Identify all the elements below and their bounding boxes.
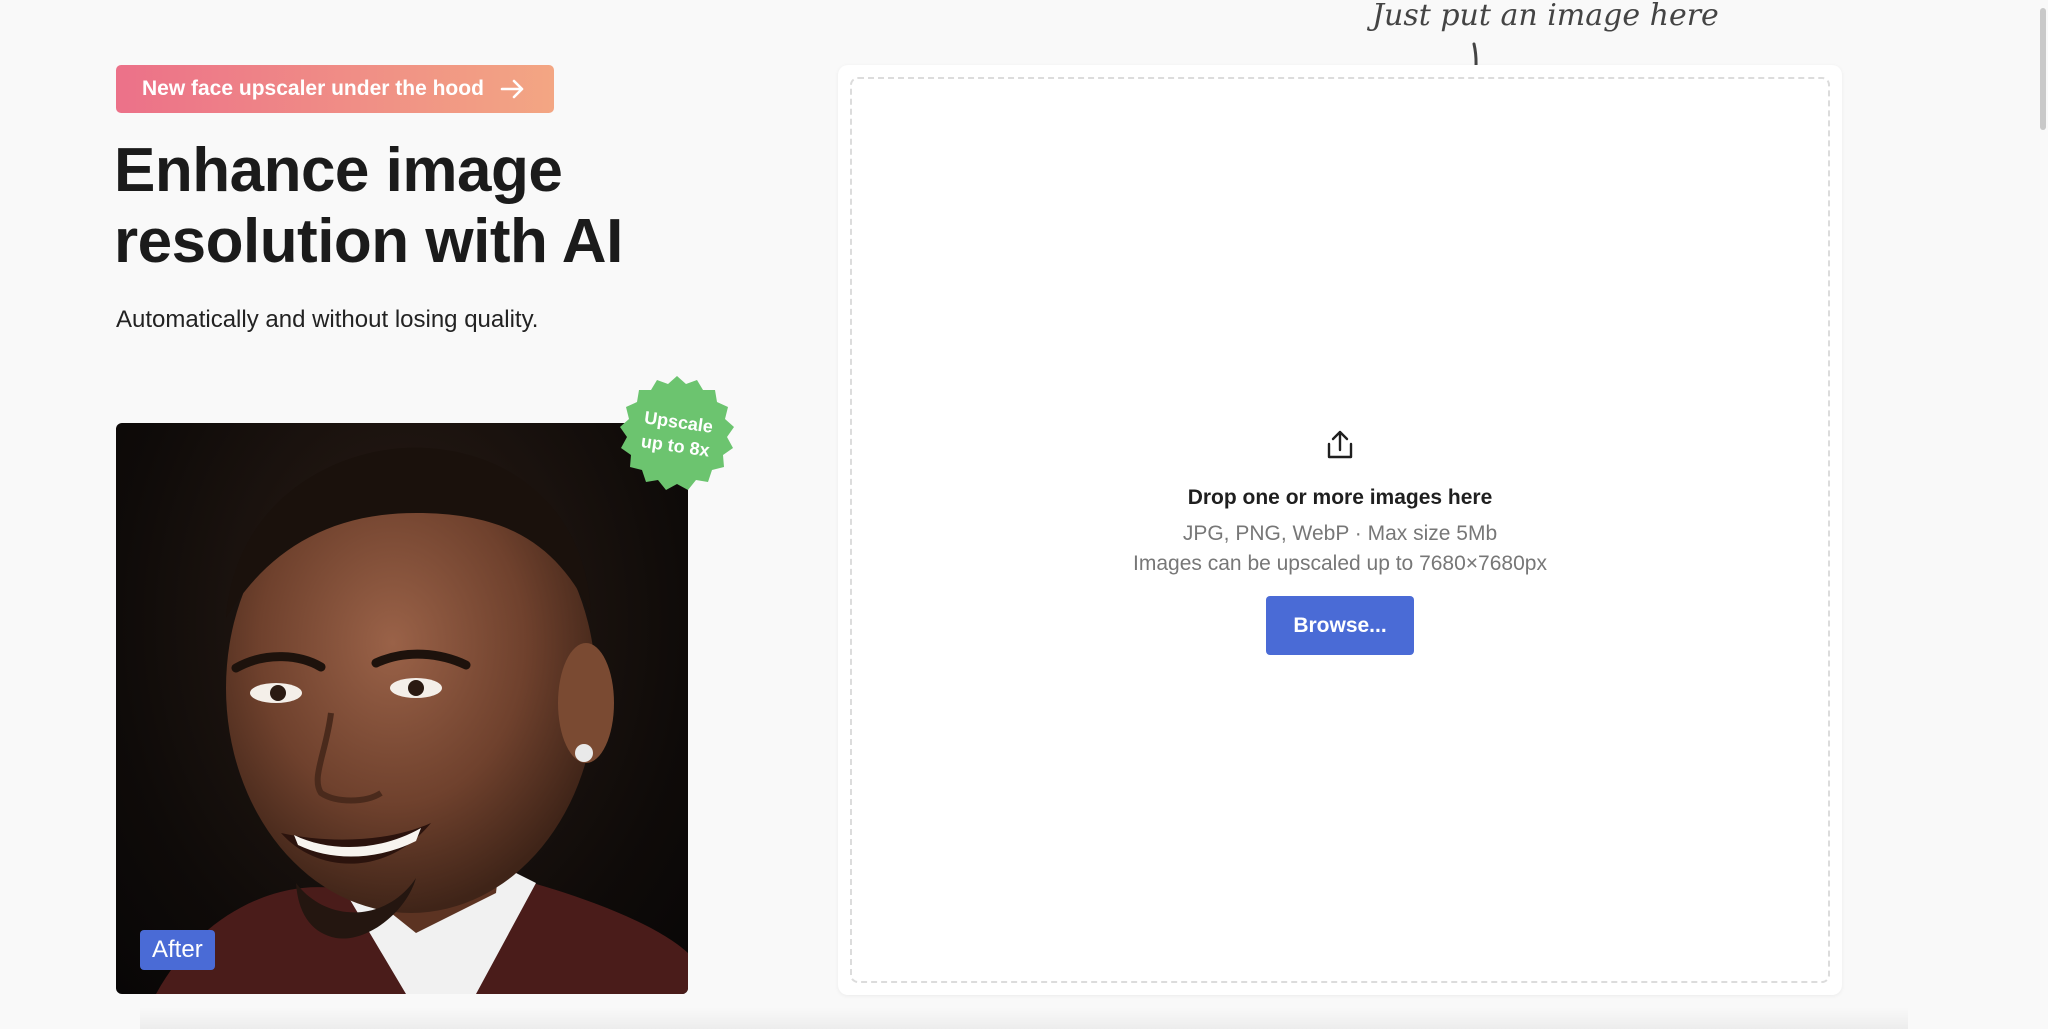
upload-dropzone-card[interactable]: Drop one or more images here JPG, PNG, W… — [838, 65, 1842, 995]
browse-button[interactable]: Browse... — [1266, 596, 1414, 655]
dropzone-formats: JPG, PNG, WebP · Max size 5Mb — [1182, 522, 1498, 545]
scrollbar[interactable] — [2038, 0, 2048, 1029]
dropzone-title: Drop one or more images here — [1187, 486, 1493, 509]
dropzone-hint: Just put an image here — [1372, 0, 1719, 33]
dropzone-content: Drop one or more images here JPG, PNG, W… — [852, 429, 1828, 655]
upscale-badge-text: Upscale up to 8x — [609, 366, 745, 502]
page-title-line-1: Enhance image — [114, 136, 563, 205]
promo-banner-link[interactable]: New face upscaler under the hood — [116, 65, 554, 113]
after-label-badge: After — [140, 930, 215, 970]
upscale-badge: Upscale up to 8x — [617, 374, 737, 494]
page-bottom-shadow — [140, 1007, 1908, 1029]
scrollbar-thumb[interactable] — [2040, 8, 2046, 130]
sample-photo: After — [116, 423, 688, 994]
arrow-right-icon — [500, 79, 526, 99]
upload-icon — [1325, 429, 1355, 466]
upload-dropzone[interactable]: Drop one or more images here JPG, PNG, W… — [850, 77, 1830, 983]
dropzone-size-limit: Images can be upscaled up to 7680×7680px — [1133, 552, 1547, 575]
page-subtitle: Automatically and without losing quality… — [116, 306, 539, 333]
page-title: Enhance image resolution with AI — [114, 135, 734, 277]
promo-banner-label: New face upscaler under the hood — [142, 77, 484, 100]
page: New face upscaler under the hood Enhance… — [0, 0, 2048, 1029]
portrait-illustration — [156, 447, 688, 994]
page-title-line-2: resolution with AI — [114, 207, 623, 276]
